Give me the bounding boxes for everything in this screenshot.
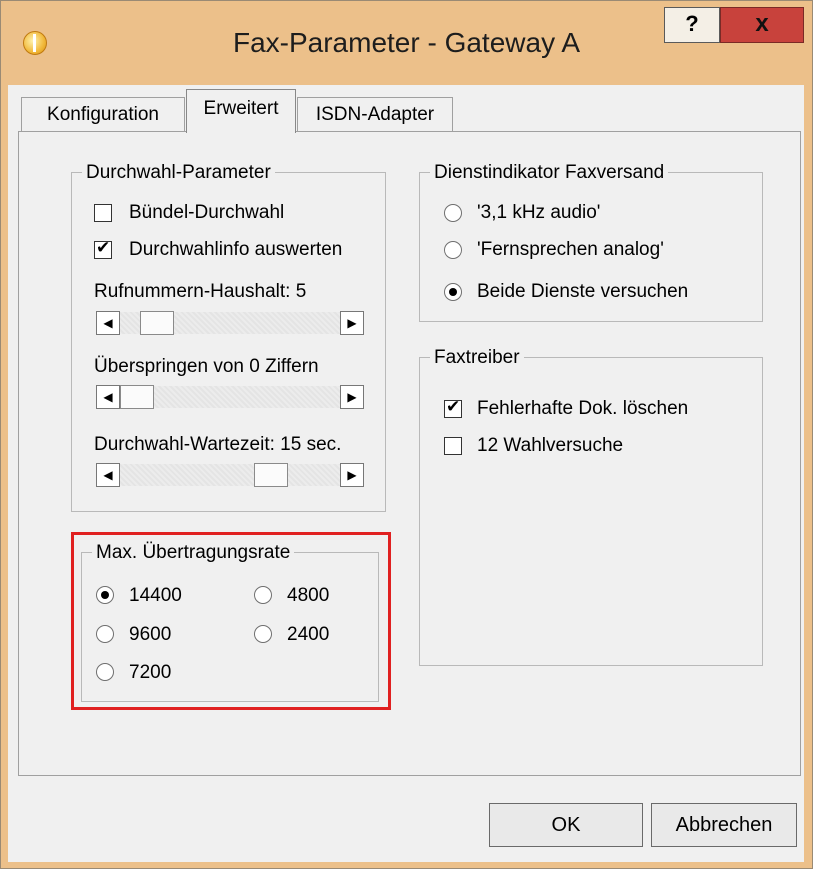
radio-3-1-khz-audio[interactable] (444, 204, 462, 222)
scrollbar-ueberspringen[interactable]: ◀ ▶ (96, 385, 364, 409)
scrollbar-durchwahl-wartezeit[interactable]: ◀ ▶ (96, 463, 364, 487)
label-durchwahl-wartezeit: Durchwahl-Wartezeit: 15 sec. (94, 434, 342, 455)
label-3-1-khz-audio: '3,1 kHz audio' (477, 202, 601, 223)
fax-parameter-window: Fax-Parameter - Gateway A ? x Konfigurat… (0, 0, 813, 869)
label-durchwahlinfo: Durchwahlinfo auswerten (129, 239, 343, 260)
label-fehlerhafte-dok: Fehlerhafte Dok. löschen (477, 398, 689, 419)
title-bar[interactable]: Fax-Parameter - Gateway A ? x (1, 1, 812, 85)
radio-fernsprechen-analog[interactable] (444, 241, 462, 259)
tab-erweitert[interactable]: Erweitert (186, 89, 296, 133)
label-fernsprechen-analog: 'Fernsprechen analog' (477, 239, 664, 260)
scroll-thumb[interactable] (254, 463, 288, 487)
scroll-right-arrow-icon[interactable]: ▶ (340, 385, 364, 409)
scroll-left-arrow-icon[interactable]: ◀ (96, 385, 120, 409)
label-buendel-durchwahl: Bündel-Durchwahl (129, 202, 285, 223)
scroll-left-arrow-icon[interactable]: ◀ (96, 463, 120, 487)
group-label-durchwahl: Durchwahl-Parameter (82, 161, 275, 185)
checkbox-buendel-durchwahl[interactable] (94, 204, 112, 222)
checkbox-durchwahlinfo[interactable] (94, 238, 112, 259)
ok-button[interactable]: OK (489, 803, 643, 847)
scroll-right-arrow-icon[interactable]: ▶ (340, 463, 364, 487)
highlight-box (71, 532, 391, 710)
radio-beide-dienste[interactable] (444, 283, 462, 301)
scroll-thumb[interactable] (120, 385, 154, 409)
scroll-right-arrow-icon[interactable]: ▶ (340, 311, 364, 335)
label-ueberspringen: Überspringen von 0 Ziffern (94, 356, 319, 377)
label-rufnummern-haushalt: Rufnummern-Haushalt: 5 (94, 281, 307, 302)
scroll-left-arrow-icon[interactable]: ◀ (96, 311, 120, 335)
tab-isdn-adapter[interactable]: ISDN-Adapter (297, 97, 453, 131)
checkbox-12-wahlversuche[interactable] (444, 437, 462, 455)
scroll-track[interactable] (120, 464, 340, 486)
cancel-button[interactable]: Abbrechen (651, 803, 797, 847)
scroll-thumb[interactable] (140, 311, 174, 335)
group-label-dienstindikator: Dienstindikator Faxversand (430, 161, 669, 185)
label-beide-dienste: Beide Dienste versuchen (477, 281, 689, 302)
label-12-wahlversuche: 12 Wahlversuche (477, 435, 624, 456)
tab-konfiguration[interactable]: Konfiguration (21, 97, 185, 131)
checkbox-fehlerhafte-dok[interactable] (444, 397, 462, 418)
scrollbar-rufnummern-haushalt[interactable]: ◀ ▶ (96, 311, 364, 335)
close-button[interactable]: x (720, 7, 804, 43)
help-button[interactable]: ? (664, 7, 720, 43)
group-label-faxtreiber: Faxtreiber (430, 346, 524, 370)
